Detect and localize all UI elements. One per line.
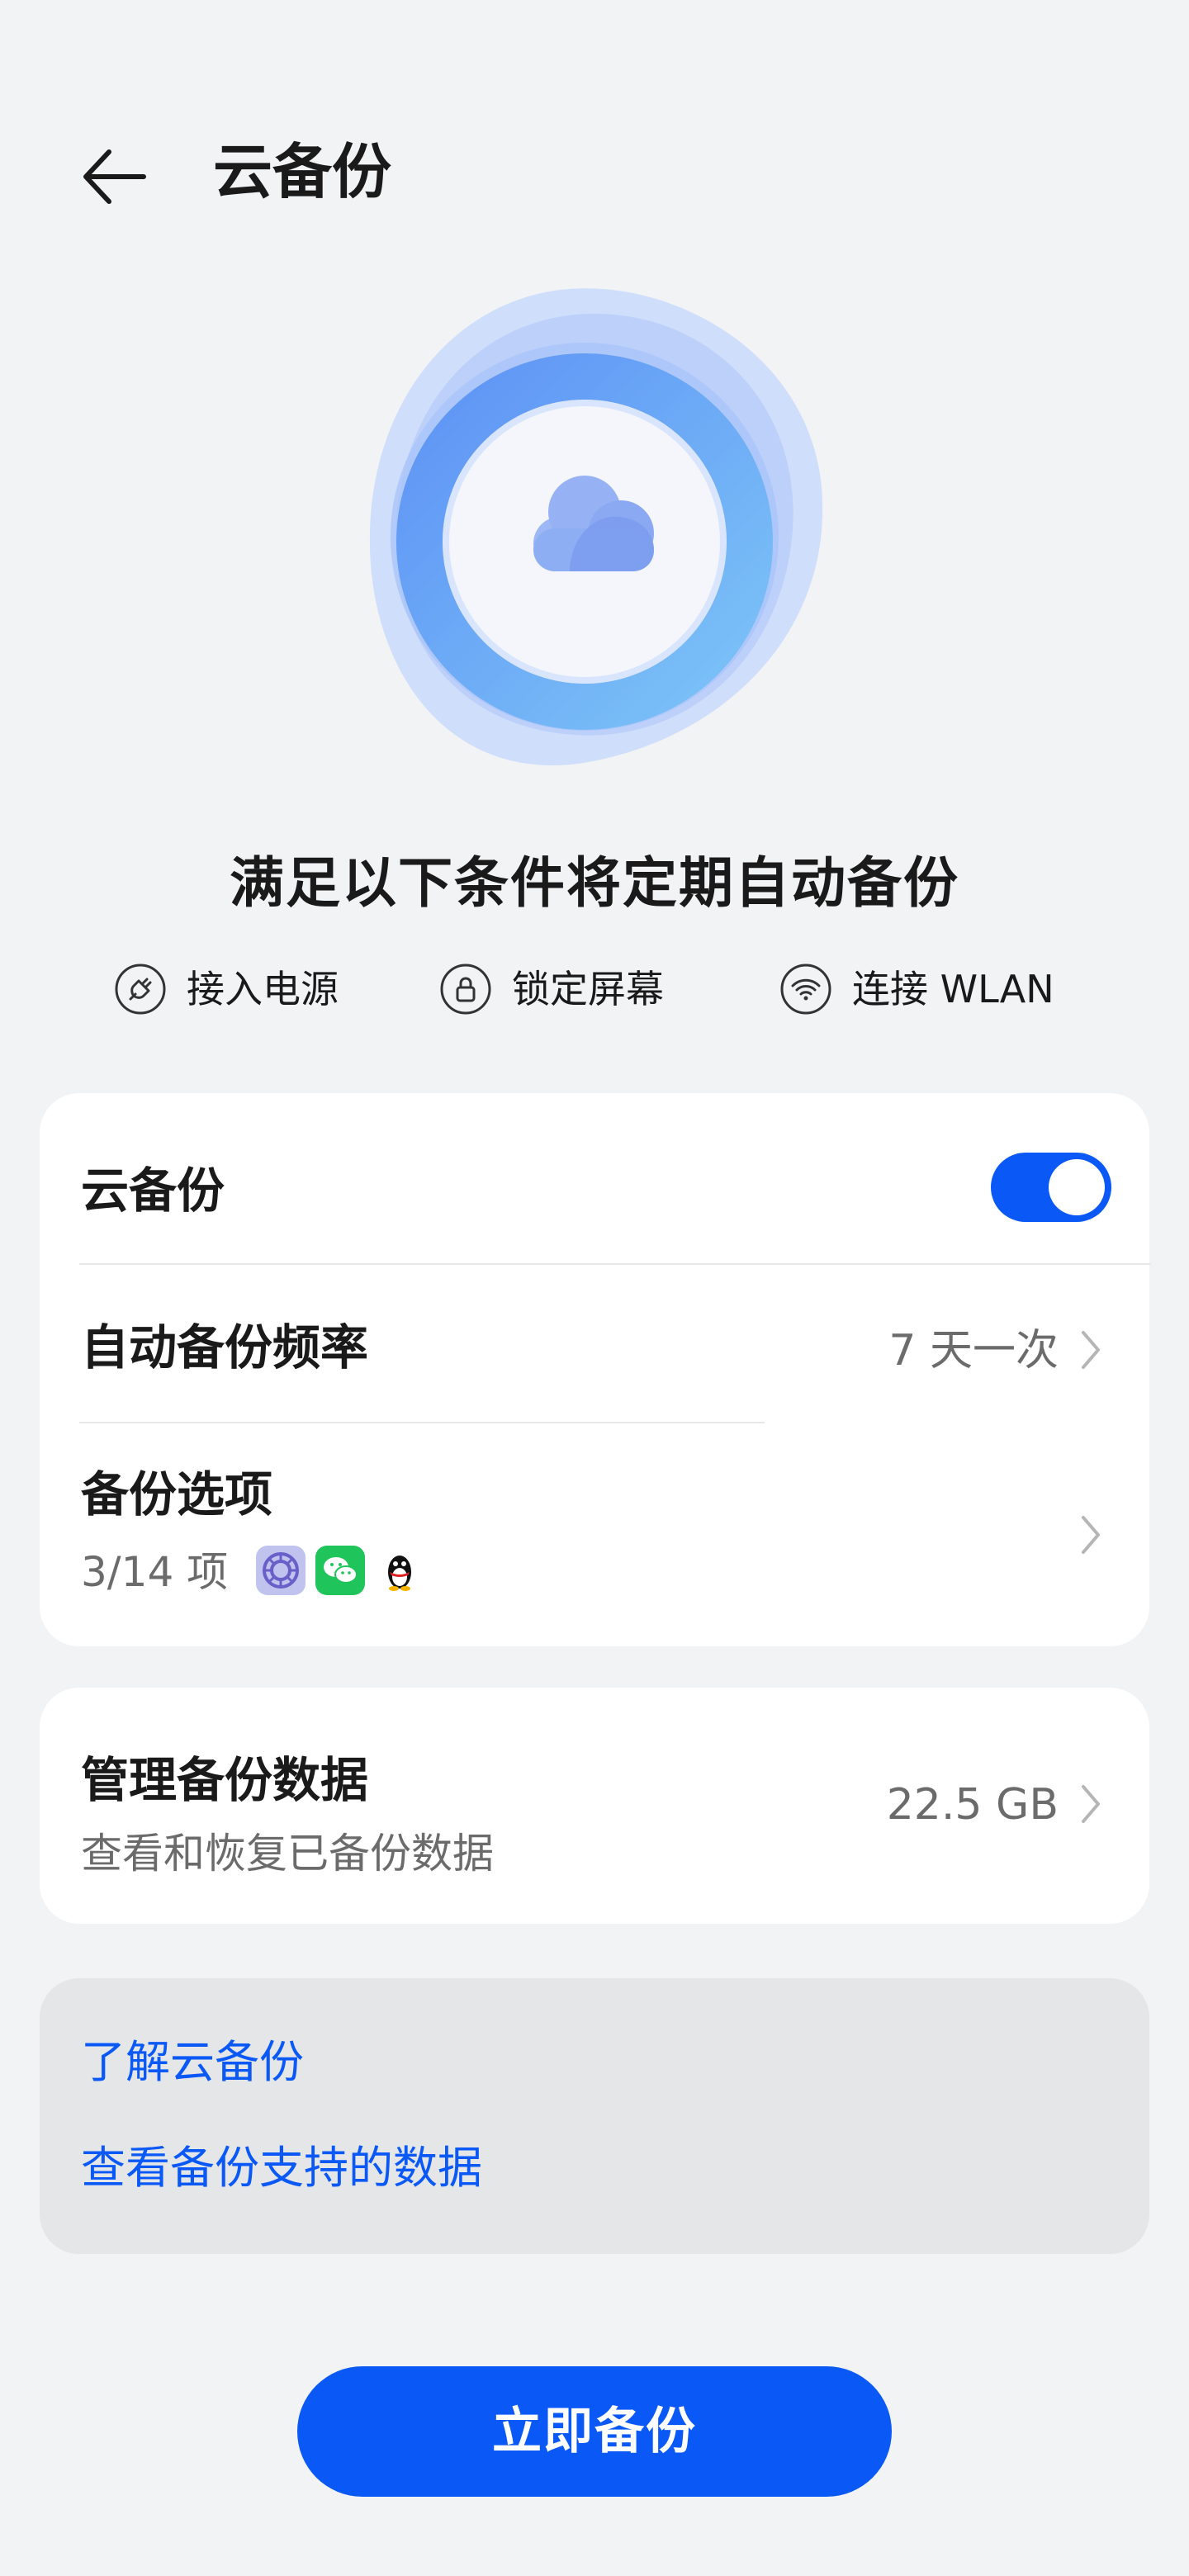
- cloud-backup-illustration: [369, 288, 823, 765]
- chevron-right-icon: [1082, 1331, 1100, 1369]
- backup-now-button[interactable]: 立即备份: [297, 2366, 892, 2497]
- frequency-value: 7 天一次: [888, 1326, 1059, 1376]
- app-header: 云备份: [0, 124, 1189, 223]
- cloud-backup-label: 云备份: [81, 1163, 225, 1219]
- lock-icon: [440, 964, 491, 1015]
- backup-settings-card: 云备份 自动备份频率 7 天一次 备份选项 3/14 项: [40, 1093, 1151, 1646]
- backup-size-value: 22.5 GB: [886, 1780, 1059, 1830]
- back-arrow-icon[interactable]: [76, 135, 159, 218]
- auto-backup-conditions-title: 满足以下条件将定期自动备份: [230, 851, 959, 915]
- learn-cloud-backup-link[interactable]: 了解云备份: [81, 2029, 304, 2095]
- condition-label: 连接 WLAN: [852, 967, 1054, 1011]
- manage-backup-data-card[interactable]: 管理备份数据 查看和恢复已备份数据 22.5 GB: [40, 1688, 1149, 1924]
- page-title: 云备份: [213, 137, 392, 206]
- manage-backup-data-label: 管理备份数据: [81, 1752, 369, 1808]
- manage-backup-data-subtitle: 查看和恢复已备份数据: [81, 1830, 494, 1878]
- cloud-backup-toggle[interactable]: [991, 1153, 1111, 1222]
- help-links-card: 了解云备份 查看备份支持的数据: [40, 1978, 1149, 2254]
- backup-options-label: 备份选项: [81, 1466, 273, 1522]
- wifi-icon: [780, 964, 831, 1015]
- backup-options-summary: 3/14 项: [81, 1548, 229, 1596]
- supported-data-link[interactable]: 查看备份支持的数据: [81, 2135, 482, 2201]
- divider: [79, 1422, 765, 1423]
- divider: [79, 1263, 1151, 1265]
- frequency-label: 自动备份频率: [81, 1319, 369, 1376]
- condition-wlan: 连接 WLAN: [779, 956, 1054, 1022]
- power-plug-icon: [115, 964, 166, 1015]
- toggle-knob: [1049, 1159, 1105, 1215]
- chevron-right-icon: [1082, 1785, 1100, 1823]
- wechat-app-icon: [315, 1546, 365, 1595]
- settings-app-icon: [256, 1546, 306, 1595]
- condition-lock-screen: 锁定屏幕: [439, 956, 664, 1022]
- qq-app-icon: [375, 1546, 424, 1595]
- condition-label: 锁定屏幕: [512, 967, 664, 1011]
- condition-label: 接入电源: [187, 967, 339, 1011]
- backup-app-icons: [256, 1546, 434, 1598]
- conditions-list: 接入电源 锁定屏幕 连接 WLAN: [0, 956, 1189, 1022]
- chevron-right-icon: [1082, 1516, 1100, 1554]
- condition-power: 接入电源: [114, 956, 339, 1022]
